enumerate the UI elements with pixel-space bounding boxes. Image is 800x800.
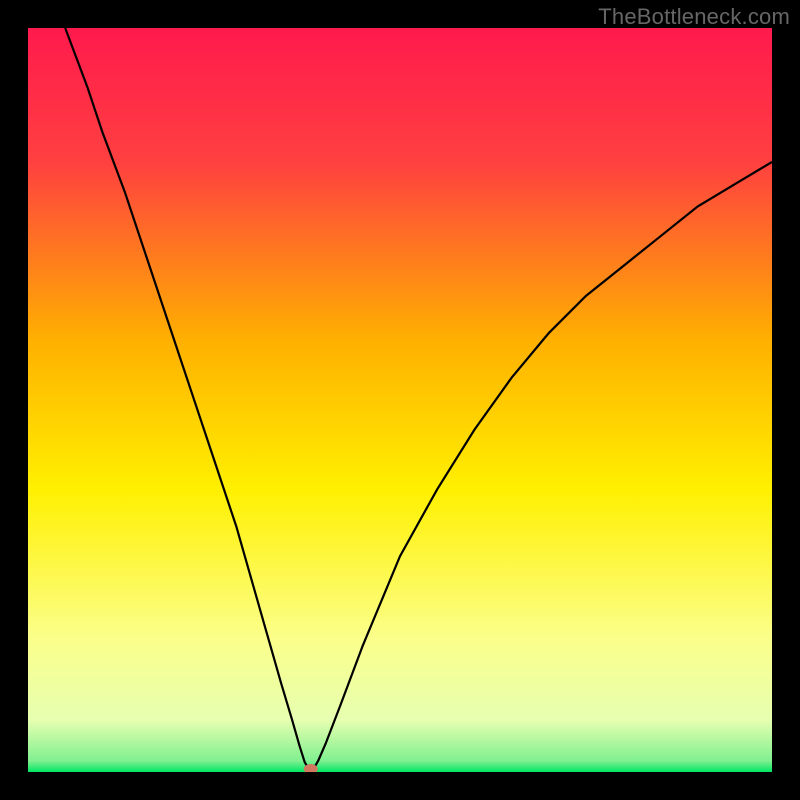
- chart-frame: [28, 28, 772, 772]
- chart-svg: [28, 28, 772, 772]
- gradient-background: [28, 28, 772, 772]
- watermark-text: TheBottleneck.com: [598, 4, 790, 30]
